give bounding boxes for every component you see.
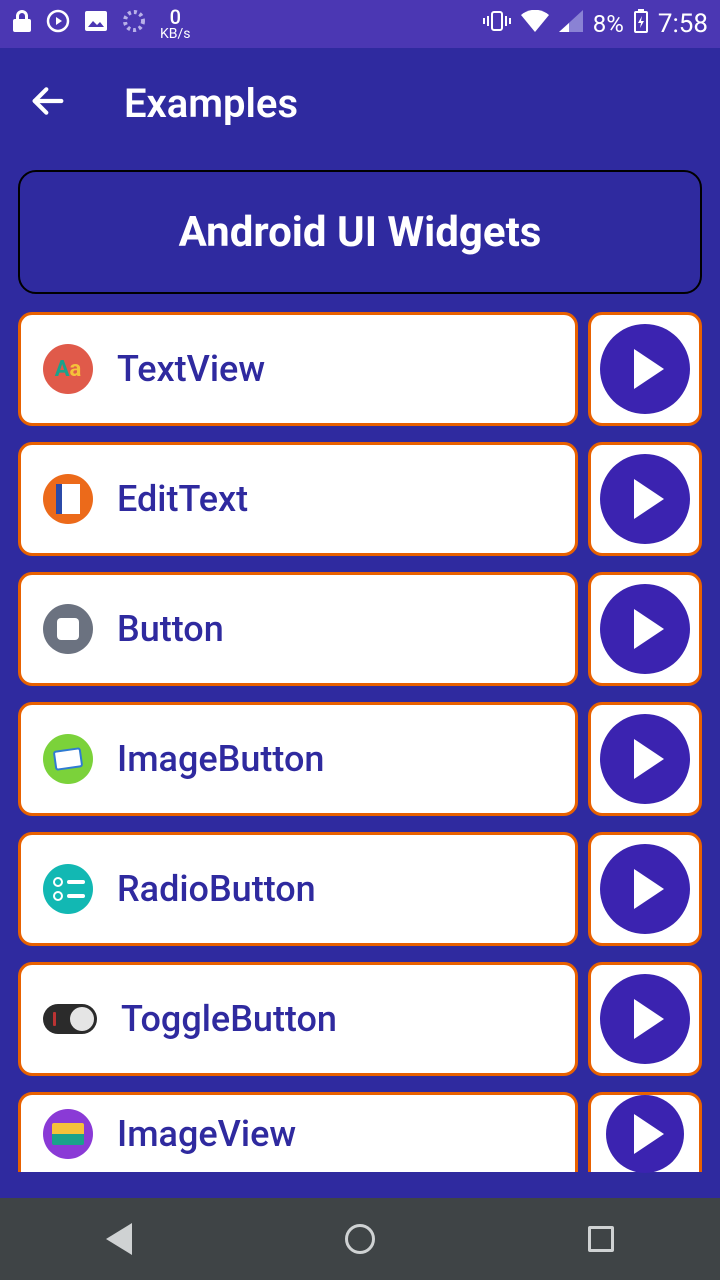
list-item: Button	[18, 572, 702, 686]
battery-icon	[634, 9, 648, 39]
list-item: EditText	[18, 442, 702, 556]
edittext-icon	[43, 474, 93, 524]
item-card-textview[interactable]: Aa TextView	[18, 312, 578, 426]
imageview-icon	[43, 1109, 93, 1159]
signal-icon	[559, 10, 583, 38]
item-label: Button	[117, 608, 224, 650]
play-button[interactable]	[588, 572, 702, 686]
play-button[interactable]	[588, 962, 702, 1076]
play-icon	[600, 974, 690, 1064]
item-card-button[interactable]: Button	[18, 572, 578, 686]
wifi-icon	[521, 10, 549, 38]
play-button[interactable]	[588, 312, 702, 426]
section-title: Android UI Widgets	[179, 208, 542, 257]
clock: 7:58	[658, 9, 708, 39]
item-label: ImageButton	[117, 738, 324, 780]
lock-icon	[12, 9, 32, 39]
item-card-imageview[interactable]: ImageView	[18, 1092, 578, 1172]
textview-icon: Aa	[43, 344, 93, 394]
imagebutton-icon	[43, 734, 93, 784]
play-button[interactable]	[588, 1092, 702, 1172]
kbs-unit: KB/s	[160, 27, 191, 41]
status-bar: 0 KB/s 8% 7:58	[0, 0, 720, 48]
item-card-edittext[interactable]: EditText	[18, 442, 578, 556]
item-card-togglebutton[interactable]: ToggleButton	[18, 962, 578, 1076]
loading-status-icon	[122, 9, 146, 39]
item-label: TextView	[117, 348, 265, 390]
list-item: Aa TextView	[18, 312, 702, 426]
play-button[interactable]	[588, 442, 702, 556]
play-icon	[600, 454, 690, 544]
nav-home-button[interactable]	[345, 1224, 375, 1254]
item-label: EditText	[117, 478, 248, 520]
play-button[interactable]	[588, 702, 702, 816]
play-status-icon	[46, 9, 70, 39]
item-card-imagebutton[interactable]: ImageButton	[18, 702, 578, 816]
navigation-bar	[0, 1198, 720, 1280]
section-header: Android UI Widgets	[18, 170, 702, 294]
button-icon	[43, 604, 93, 654]
play-icon	[600, 324, 690, 414]
network-speed: 0 KB/s	[160, 7, 191, 41]
play-icon	[600, 844, 690, 934]
widget-list: Aa TextView EditText Button ImageButton	[0, 294, 720, 1198]
image-status-icon	[84, 10, 108, 38]
radiobutton-icon	[43, 864, 93, 914]
play-button[interactable]	[588, 832, 702, 946]
status-right: 8% 7:58	[483, 9, 708, 39]
nav-recent-button[interactable]	[588, 1226, 614, 1252]
battery-percent: 8%	[593, 10, 624, 38]
play-icon	[600, 714, 690, 804]
item-label: RadioButton	[117, 868, 316, 910]
list-item: ImageView	[18, 1092, 702, 1172]
item-label: ToggleButton	[121, 998, 337, 1040]
list-item: ToggleButton	[18, 962, 702, 1076]
item-card-radiobutton[interactable]: RadioButton	[18, 832, 578, 946]
back-button[interactable]	[28, 81, 68, 125]
item-label: ImageView	[117, 1113, 296, 1155]
play-icon	[600, 584, 690, 674]
kbs-value: 0	[170, 7, 181, 27]
vibrate-icon	[483, 10, 511, 38]
list-item: ImageButton	[18, 702, 702, 816]
list-item: RadioButton	[18, 832, 702, 946]
status-left: 0 KB/s	[12, 7, 191, 41]
page-title: Examples	[124, 80, 298, 127]
play-icon	[606, 1095, 684, 1173]
app-bar: Examples	[0, 48, 720, 158]
togglebutton-icon	[43, 1004, 97, 1034]
nav-back-button[interactable]	[106, 1223, 132, 1255]
